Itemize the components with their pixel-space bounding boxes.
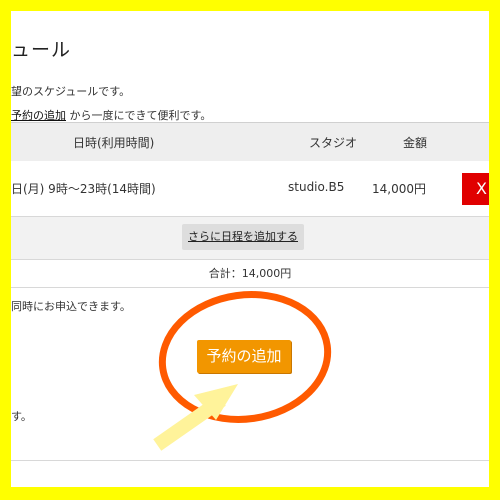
highlight-overlay [153,291,332,451]
footer-text: す。 [11,410,32,423]
divider [11,460,489,461]
content-panel: ュール 望のスケジュールです。 予約の追加 から一度にできて便利です。 日時(利… [11,11,489,487]
add-reservation-button[interactable]: 予約の追加 [197,340,291,373]
